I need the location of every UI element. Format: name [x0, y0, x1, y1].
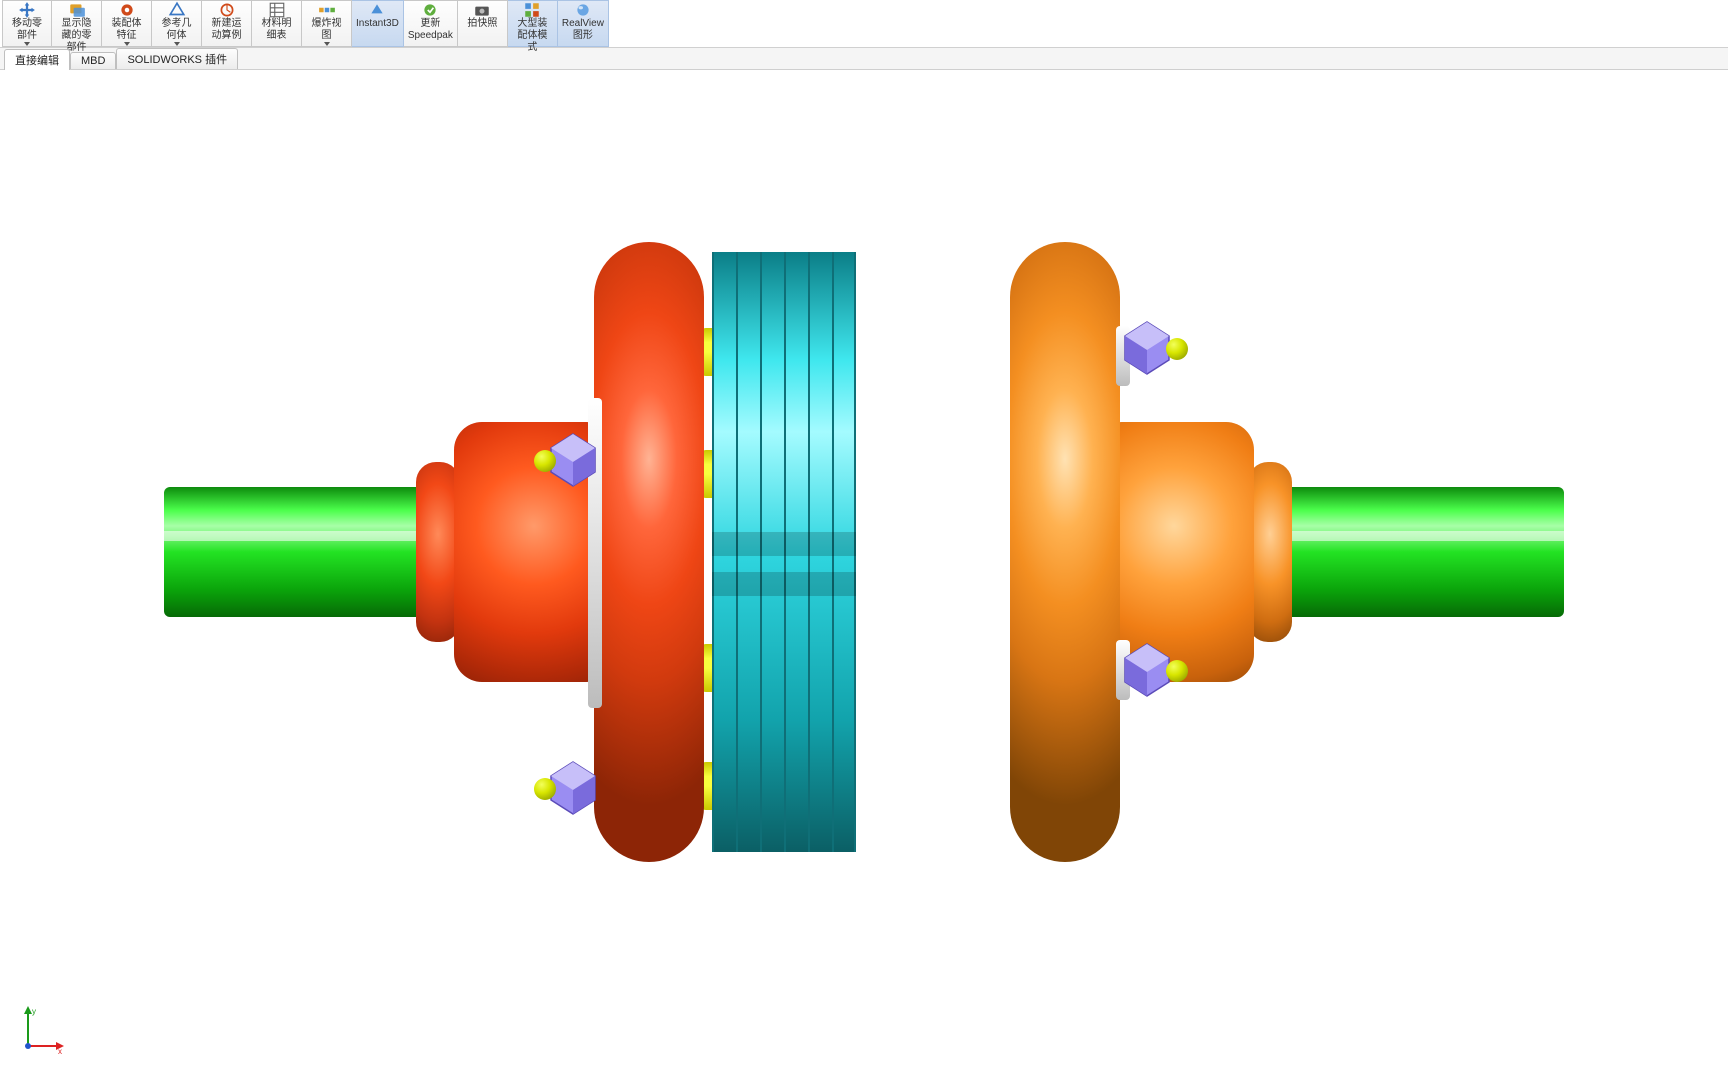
tab-label: 直接编辑 — [15, 55, 59, 67]
bolt-tip — [534, 778, 556, 800]
ribbon-label: Instant3D — [356, 18, 399, 30]
ribbon-label: 动算例 — [212, 30, 242, 42]
ribbon-label: 装配体 — [112, 18, 142, 30]
flex-disc — [832, 252, 856, 852]
ribbon-label: 显示隐 — [62, 18, 92, 30]
graphics-viewport[interactable]: y x — [0, 72, 1728, 1080]
bolt-tip — [1166, 338, 1188, 360]
chevron-down-icon — [324, 42, 330, 46]
ribbon-update-speedpak[interactable]: 更新 Speedpak — [404, 0, 458, 47]
ribbon-realview[interactable]: RealView 图形 — [558, 0, 609, 47]
ref-geom-icon — [168, 3, 186, 17]
ribbon-label: 图 — [322, 30, 332, 42]
bom-icon — [268, 3, 286, 17]
ribbon-label: RealView — [562, 18, 604, 30]
bolt-tip — [534, 450, 556, 472]
flex-disc — [712, 252, 736, 852]
ribbon-label: 图形 — [573, 30, 593, 42]
realview-icon — [574, 3, 592, 17]
bolt-tip — [1166, 660, 1188, 682]
camera-icon — [473, 3, 491, 17]
chevron-down-icon — [124, 42, 130, 46]
command-manager-tabs: 直接编辑 MBD SOLIDWORKS 插件 — [0, 48, 1728, 70]
flex-disc — [784, 252, 808, 852]
ribbon-label: 大型装 — [517, 18, 547, 30]
disc-pack — [712, 252, 856, 852]
ribbon-snapshot[interactable]: 拍快照 — [458, 0, 508, 47]
ribbon-label: 细表 — [267, 30, 287, 42]
ribbon-label: 爆炸视 — [312, 18, 342, 30]
ribbon-instant3d[interactable]: Instant3D — [352, 0, 404, 47]
ribbon-label: 更新 — [420, 18, 440, 30]
move-icon — [18, 3, 36, 17]
exploded-icon — [318, 3, 336, 17]
right-flange — [1010, 242, 1120, 862]
tab-solidworks-addins[interactable]: SOLIDWORKS 插件 — [116, 48, 238, 69]
tab-mbd[interactable]: MBD — [70, 52, 116, 69]
disc-coupling-assembly — [164, 212, 1564, 892]
ribbon-label: 部件 — [17, 30, 37, 42]
ribbon-label: 移动零 — [12, 18, 42, 30]
ribbon-exploded-view[interactable]: 爆炸视 图 — [302, 0, 352, 47]
ribbon-label: 新建运 — [212, 18, 242, 30]
assembly-feature-icon — [118, 3, 136, 17]
speedpak-icon — [421, 3, 439, 17]
hub-step — [1248, 462, 1292, 642]
axis-label-y: y — [32, 1007, 36, 1016]
ribbon-assembly-features[interactable]: 装配体 特征 — [102, 0, 152, 47]
instant3d-icon — [368, 3, 386, 17]
ribbon-large-assembly[interactable]: 大型装 配体模 式 — [508, 0, 558, 47]
command-ribbon: 移动零 部件 显示隐 藏的零 部件 装配体 特征 参考几 何体 新建运 动算例 … — [0, 0, 1728, 48]
ribbon-label: 拍快照 — [467, 18, 497, 30]
tab-label: SOLIDWORKS 插件 — [127, 54, 227, 66]
tab-label: MBD — [81, 55, 105, 67]
ribbon-show-hidden[interactable]: 显示隐 藏的零 部件 — [52, 0, 102, 47]
ribbon-reference-geometry[interactable]: 参考几 何体 — [152, 0, 202, 47]
flex-disc — [736, 252, 760, 852]
ribbon-label: 何体 — [167, 30, 187, 42]
tab-direct-edit[interactable]: 直接编辑 — [4, 49, 70, 70]
flex-disc — [760, 252, 784, 852]
hex-nut — [1122, 642, 1172, 698]
ribbon-label: 特征 — [117, 30, 137, 42]
left-flange — [594, 242, 704, 862]
ribbon-label: 参考几 — [162, 18, 192, 30]
ribbon-label: Speedpak — [408, 30, 453, 42]
ribbon-label: 藏的零 — [62, 30, 92, 42]
hex-nut — [1122, 320, 1172, 376]
ribbon-new-motion-study[interactable]: 新建运 动算例 — [202, 0, 252, 47]
chevron-down-icon — [24, 42, 30, 46]
ribbon-label: 材料明 — [262, 18, 292, 30]
chevron-down-icon — [174, 42, 180, 46]
visibility-icon — [68, 3, 86, 17]
large-asm-icon — [523, 3, 541, 17]
motion-icon — [218, 3, 236, 17]
ribbon-move-component[interactable]: 移动零 部件 — [2, 0, 52, 47]
ribbon-label: 式 — [527, 42, 537, 54]
view-triad[interactable]: y x — [20, 1004, 66, 1054]
axis-label-x: x — [58, 1047, 62, 1054]
ribbon-bom[interactable]: 材料明 细表 — [252, 0, 302, 47]
flex-disc — [808, 252, 832, 852]
ribbon-label: 配体模 — [517, 30, 547, 42]
